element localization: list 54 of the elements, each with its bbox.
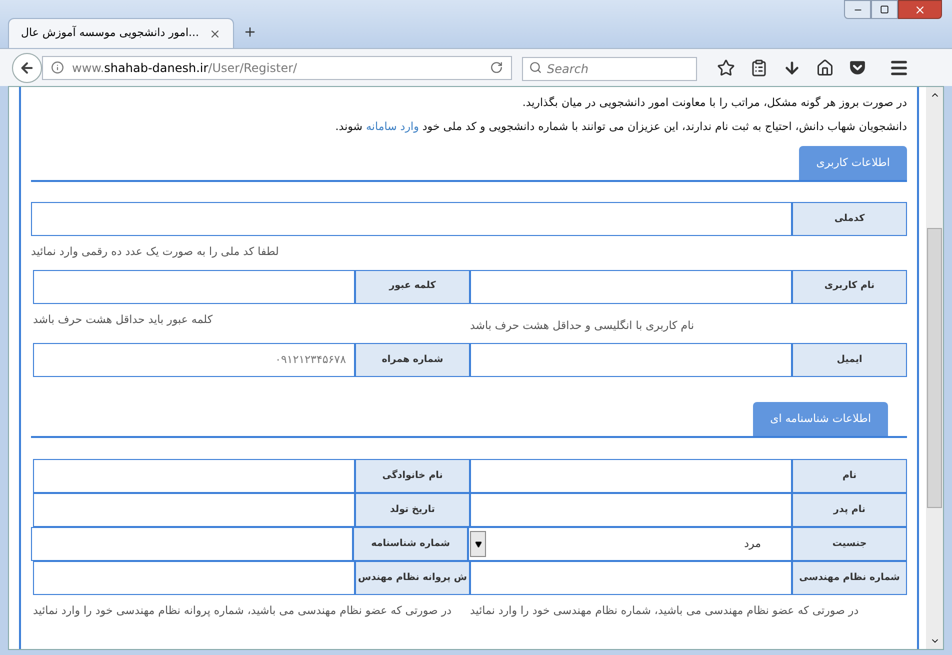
input-field[interactable]: ۰۹۱۲۱۲۳۴۵۶۷۸ (33, 343, 355, 377)
input-field[interactable] (31, 527, 353, 561)
new-tab-icon[interactable] (243, 25, 257, 39)
scrollbar[interactable] (926, 87, 943, 649)
search-icon (529, 60, 542, 74)
field-label: شماره همراه (355, 343, 470, 377)
hint-text: در صورتی که عضو نظام مهندسی می باشید، شماره نظام مهندسی خود را وارد نمائید (470, 603, 859, 619)
reload-icon[interactable] (490, 61, 503, 74)
input-field[interactable] (470, 493, 792, 527)
input-field[interactable] (470, 459, 792, 493)
browser-tab[interactable]: ...امور دانشجویی موسسه آموزش عال (8, 18, 234, 48)
input-field[interactable] (33, 561, 355, 595)
field-label: ایمیل (792, 343, 907, 377)
input-field[interactable] (31, 202, 792, 236)
field-label: شماره نظام مهندسی (792, 561, 907, 595)
maximize-icon (880, 5, 889, 14)
info-icon[interactable] (51, 61, 64, 74)
reading-list-icon[interactable] (750, 58, 768, 76)
login-link[interactable]: وارد سامانه (366, 120, 419, 133)
input-field[interactable] (33, 270, 355, 304)
input-field[interactable] (33, 459, 355, 493)
gender-select[interactable]: مرد (468, 527, 792, 561)
url-field[interactable]: www.shahab-danesh.ir/User/Register/ (42, 56, 512, 80)
close-icon[interactable] (209, 28, 221, 40)
field-label: نام پدر (792, 493, 907, 527)
field-label: ش پروانه نظام مهندس (355, 561, 470, 595)
home-icon[interactable] (816, 58, 834, 76)
intro-paragraph: دانشجویان شهاب دانش، احتیاج به ثبت نام ندارند، این عزیزان می توانند با شماره دانشجویی و کد ملی خود وارد سامانه شوند. (334, 119, 907, 135)
input-field[interactable] (470, 343, 792, 377)
field-label: نام خانوادگی (355, 459, 470, 493)
hint-text: لطفا کد ملی را به صورت یک عدد ده رقمی وارد نمائید (31, 244, 279, 260)
maximize-button[interactable] (871, 0, 898, 19)
input-field[interactable] (470, 270, 792, 304)
hint-text: در صورتی که عضو نظام مهندسی می باشید، شماره پروانه نظام مهندسی خود را وارد نمائید (33, 603, 452, 619)
hint-text: نام کاربری با انگلیسی و حداقل هشت حرف باشد (470, 318, 694, 334)
close-icon (914, 4, 926, 16)
download-icon[interactable] (783, 58, 801, 76)
pocket-icon[interactable] (849, 59, 866, 76)
field-label: نام کاربری (792, 270, 907, 304)
back-button[interactable] (12, 52, 42, 82)
close-button[interactable] (898, 0, 942, 19)
search-field[interactable]: Search (522, 56, 697, 80)
field-label: شماره شناسنامه (353, 527, 468, 561)
dropdown-icon (470, 531, 486, 557)
field-label: نام (792, 459, 907, 493)
field-label: جنسیت (792, 527, 907, 561)
hint-text: کلمه عبور باید حداقل هشت حرف باشد (33, 312, 213, 328)
field-label: کدملی (792, 202, 907, 236)
field-label: تاریخ تولد (355, 493, 470, 527)
input-field[interactable] (470, 561, 792, 595)
field-label: کلمه عبور (355, 270, 470, 304)
intro-paragraph: در صورت بروز هر گونه مشکل، مراتب را با معاونت امور دانشجویی در میان بگذارید. (521, 95, 907, 111)
bookmark-star-icon[interactable] (717, 58, 735, 76)
input-field[interactable] (33, 493, 355, 527)
